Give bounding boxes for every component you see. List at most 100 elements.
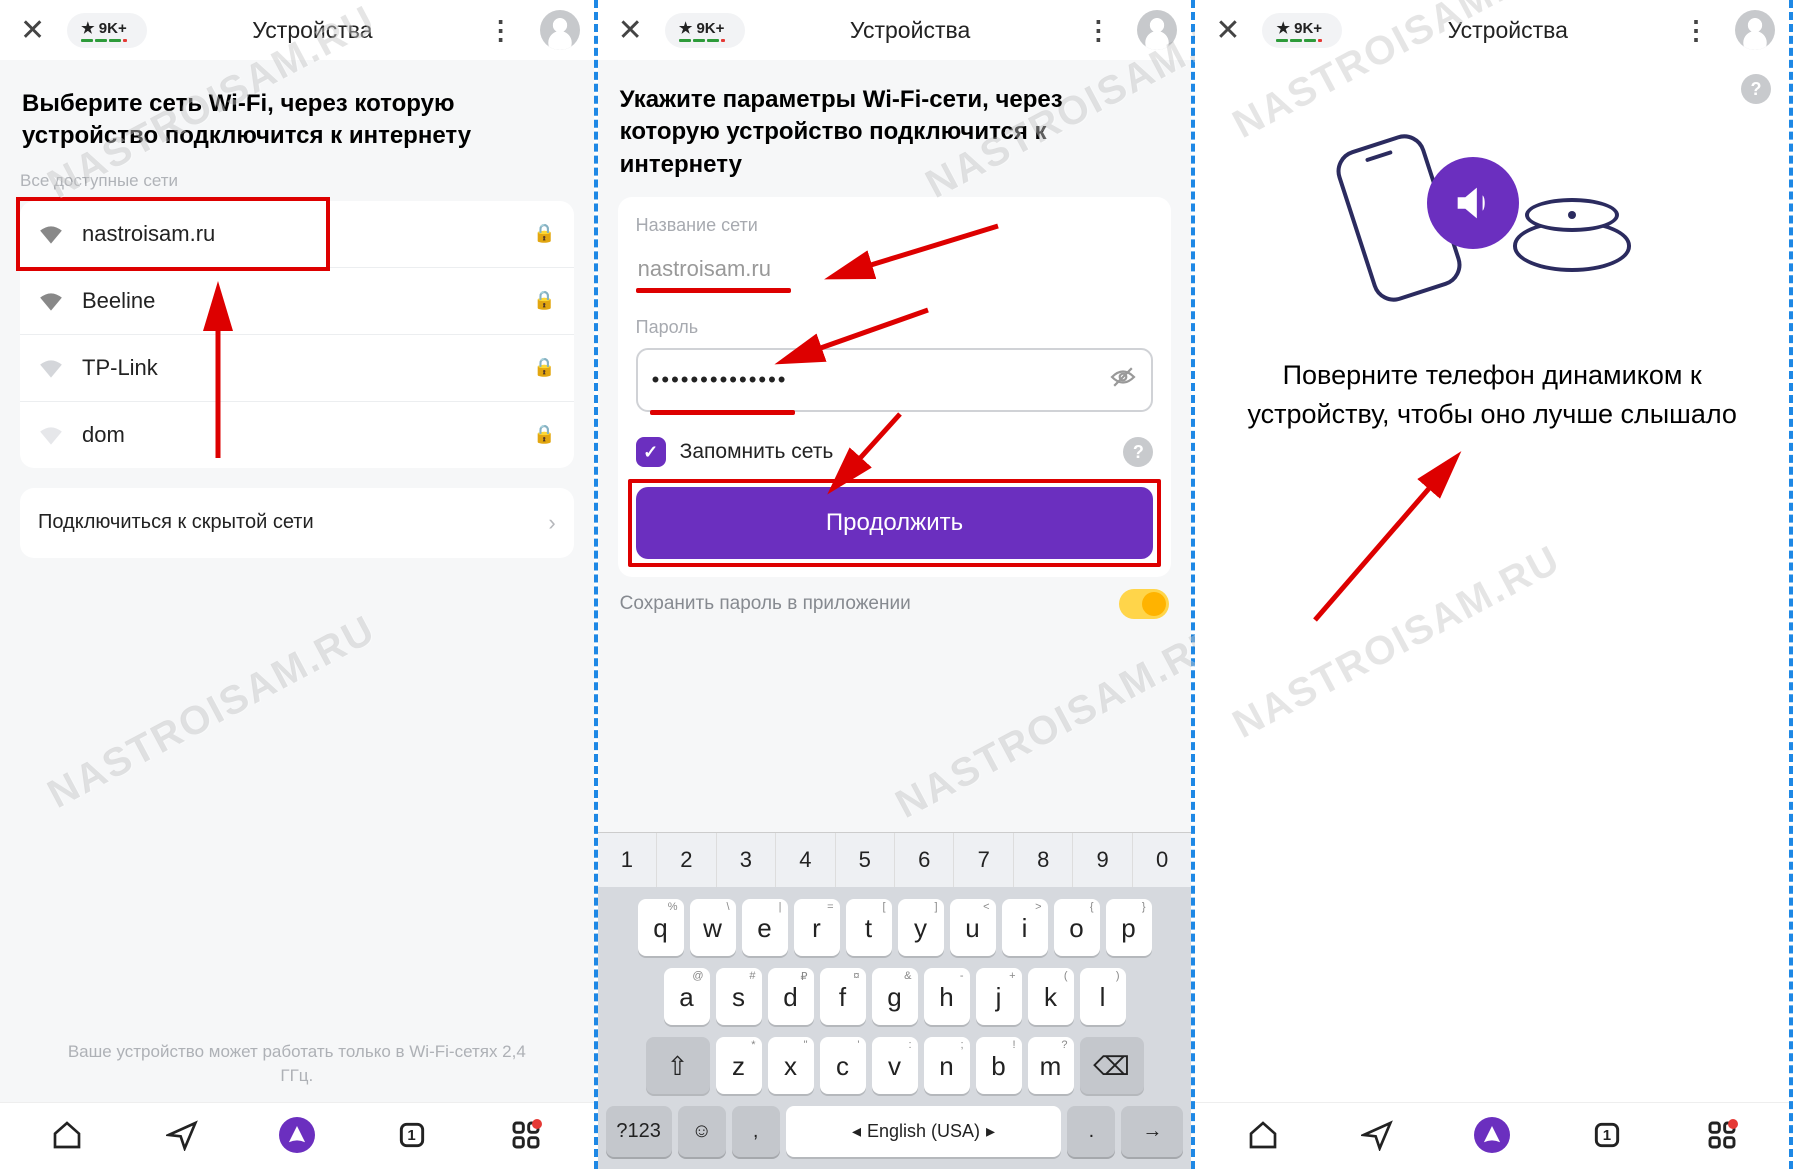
letter-key[interactable]: f¤ [820, 968, 866, 1025]
space-key[interactable]: ◂ English (USA) ▸ [786, 1106, 1062, 1157]
rating-text: ★ 9K+ [81, 19, 127, 37]
rating-badge[interactable]: ★ 9K+ [665, 13, 745, 48]
number-key[interactable]: 6 [895, 833, 954, 887]
letter-key[interactable]: j+ [976, 968, 1022, 1025]
letter-key[interactable]: u< [950, 899, 996, 956]
home-icon[interactable] [49, 1117, 85, 1153]
continue-button[interactable]: Продолжить [636, 487, 1154, 559]
more-icon[interactable]: ⋮ [1075, 15, 1121, 46]
save-password-toggle[interactable] [1119, 589, 1169, 619]
letter-key[interactable]: h- [924, 968, 970, 1025]
password-masked: •••••••••••••• [652, 367, 1110, 393]
password-label: Пароль [636, 317, 1154, 338]
send-icon[interactable] [1359, 1117, 1395, 1153]
rating-text: ★ 9K+ [1276, 19, 1322, 37]
number-key[interactable]: 7 [954, 833, 1013, 887]
emoji-key[interactable]: ☺ [678, 1106, 726, 1157]
help-icon[interactable]: ? [1123, 437, 1153, 467]
tabs-icon[interactable]: 1 [1589, 1117, 1625, 1153]
close-icon[interactable]: ✕ [612, 13, 649, 48]
ssid-input[interactable] [636, 246, 1154, 288]
screen-turn-phone: ✕ ★ 9K+ Устройства ⋮ ? Поверните телефон… [1195, 0, 1793, 1169]
network-item[interactable]: TP-Link 🔒 [20, 335, 574, 402]
comma-key[interactable]: , [732, 1106, 780, 1157]
letter-key[interactable]: i> [1002, 899, 1048, 956]
home-icon[interactable] [1245, 1117, 1281, 1153]
lock-icon: 🔒 [533, 424, 555, 445]
more-icon[interactable]: ⋮ [478, 15, 524, 46]
avatar[interactable] [1735, 10, 1775, 50]
station-illustration [1513, 198, 1631, 272]
apps-icon[interactable] [1704, 1117, 1740, 1153]
keyboard-row: ⇧ z*x"c'v:n;b!m? ⌫ [604, 1031, 1186, 1100]
remember-label: Запомнить сеть [680, 440, 1110, 464]
network-item[interactable]: nastroisam.ru 🔒 [20, 201, 574, 268]
eye-off-icon[interactable] [1109, 366, 1137, 394]
network-item[interactable]: dom 🔒 [20, 402, 574, 468]
avatar[interactable] [540, 10, 580, 50]
number-key[interactable]: 2 [657, 833, 716, 887]
number-key[interactable]: 1 [598, 833, 657, 887]
letter-key[interactable]: d₽ [768, 968, 814, 1025]
network-item[interactable]: Beeline 🔒 [20, 268, 574, 335]
letter-key[interactable]: a@ [664, 968, 710, 1025]
number-key[interactable]: 9 [1073, 833, 1132, 887]
connect-hidden-network[interactable]: Подключиться к скрытой сети › [20, 488, 574, 558]
letter-key[interactable]: t[ [846, 899, 892, 956]
shift-key[interactable]: ⇧ [646, 1037, 710, 1094]
number-key[interactable]: 5 [836, 833, 895, 887]
password-input[interactable]: •••••••••••••• [636, 348, 1154, 412]
symbols-key[interactable]: ?123 [606, 1106, 672, 1157]
more-icon[interactable]: ⋮ [1673, 15, 1719, 46]
keyboard-row: a@s#d₽f¤g&h-j+k(l) [604, 962, 1186, 1031]
alice-icon[interactable] [1474, 1117, 1510, 1153]
letter-key[interactable]: w\ [690, 899, 736, 956]
number-key[interactable]: 4 [776, 833, 835, 887]
letter-key[interactable]: z* [716, 1037, 762, 1094]
remember-checkbox[interactable]: ✓ [636, 437, 666, 467]
apps-icon[interactable] [508, 1117, 544, 1153]
letter-key[interactable]: c' [820, 1037, 866, 1094]
letter-key[interactable]: n; [924, 1037, 970, 1094]
instruction-text: Поверните телефон динамиком к устройству… [1215, 356, 1769, 434]
send-icon[interactable] [164, 1117, 200, 1153]
number-key[interactable]: 0 [1133, 833, 1191, 887]
screen-wifi-select: ✕ ★ 9K+ Устройства ⋮ Выберите сеть Wi-Fi… [0, 0, 598, 1169]
letter-key[interactable]: y] [898, 899, 944, 956]
letter-key[interactable]: o{ [1054, 899, 1100, 956]
letter-key[interactable]: g& [872, 968, 918, 1025]
letter-key[interactable]: r= [794, 899, 840, 956]
letter-key[interactable]: e| [742, 899, 788, 956]
close-icon[interactable]: ✕ [1209, 13, 1246, 48]
letter-key[interactable]: x" [768, 1037, 814, 1094]
wifi-icon [38, 358, 64, 378]
lock-icon: 🔒 [533, 357, 555, 378]
letter-key[interactable]: s# [716, 968, 762, 1025]
letter-key[interactable]: k( [1028, 968, 1074, 1025]
number-key[interactable]: 3 [717, 833, 776, 887]
letter-key[interactable]: b! [976, 1037, 1022, 1094]
network-name: TP-Link [82, 355, 533, 381]
space-lang-label: English (USA) [867, 1121, 980, 1142]
top-bar: ✕ ★ 9K+ Устройства ⋮ [598, 0, 1192, 60]
alice-icon[interactable] [279, 1117, 315, 1153]
letter-key[interactable]: q% [638, 899, 684, 956]
enter-key[interactable]: → [1121, 1106, 1183, 1157]
close-icon[interactable]: ✕ [14, 13, 51, 48]
save-password-label: Сохранить пароль в приложении [620, 593, 911, 615]
screen-wifi-params: ✕ ★ 9K+ Устройства ⋮ Укажите параметры W… [598, 0, 1196, 1169]
help-icon[interactable]: ? [1741, 74, 1771, 104]
dot-key[interactable]: . [1067, 1106, 1115, 1157]
letter-key[interactable]: v: [872, 1037, 918, 1094]
footer-note: Ваше устройство может работать только в … [20, 1012, 574, 1102]
letter-key[interactable]: m? [1028, 1037, 1074, 1094]
ssid-label: Название сети [636, 215, 1154, 236]
page-title: Устройства [761, 17, 1060, 44]
backspace-key[interactable]: ⌫ [1080, 1037, 1144, 1094]
rating-badge[interactable]: ★ 9K+ [1262, 13, 1342, 48]
tabs-icon[interactable]: 1 [394, 1117, 430, 1153]
number-key[interactable]: 8 [1014, 833, 1073, 887]
letter-key[interactable]: l) [1080, 968, 1126, 1025]
letter-key[interactable]: p} [1106, 899, 1152, 956]
rating-badge[interactable]: ★ 9K+ [67, 13, 147, 48]
